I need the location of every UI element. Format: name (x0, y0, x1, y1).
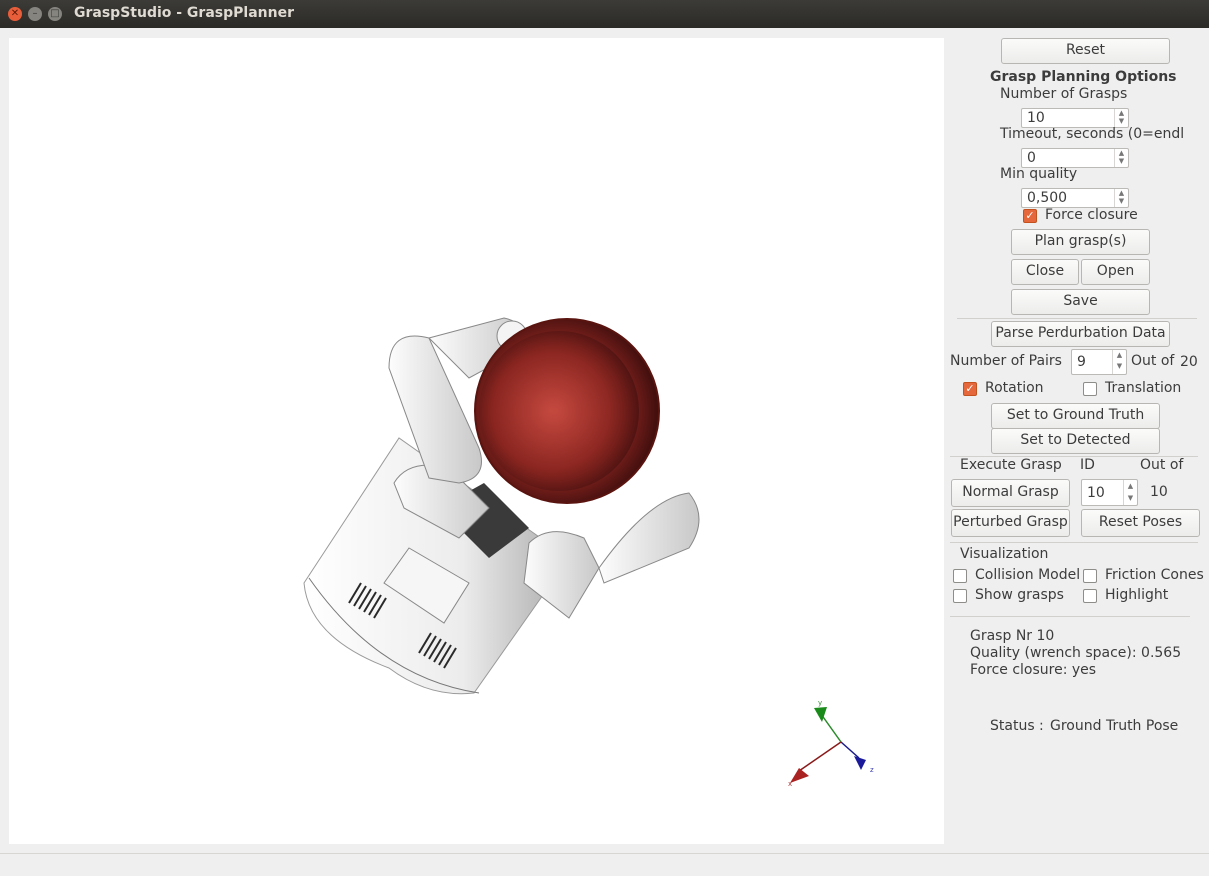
3d-viewport[interactable]: y z x (9, 38, 944, 844)
highlight-checkbox[interactable] (1083, 589, 1097, 603)
friction-cones-label: Friction Cones (1105, 567, 1204, 583)
collision-model-checkbox[interactable] (953, 569, 967, 583)
status-label: Status : (990, 718, 1044, 734)
window-maximize-button[interactable]: □ (48, 7, 62, 21)
save-button[interactable]: Save (1011, 289, 1150, 315)
exec-out-of-label: Out of (1140, 457, 1184, 473)
min-quality-spinbox[interactable]: 0,500 ▲ ▼ (1021, 188, 1129, 208)
normal-grasp-button[interactable]: Normal Grasp (951, 479, 1070, 507)
robot-hand-model (303, 317, 700, 695)
grasp-id-value: 10 (1087, 485, 1105, 501)
min-quality-label: Min quality (1000, 166, 1078, 182)
plan-grasps-button[interactable]: Plan grasp(s) (1011, 229, 1150, 255)
min-quality-value: 0,500 (1027, 190, 1068, 206)
window-title: GraspStudio - GraspPlanner (74, 5, 294, 21)
show-grasps-checkbox[interactable] (953, 589, 967, 603)
num-grasps-label: Number of Grasps (1000, 86, 1128, 102)
parse-perdurbation-button[interactable]: Parse Perdurbation Data (991, 321, 1170, 347)
reset-button[interactable]: Reset (1001, 38, 1170, 64)
axis-z-label: z (870, 766, 874, 774)
spin-arrows-icon[interactable]: ▲ ▼ (1112, 350, 1126, 374)
status-bar (0, 853, 1209, 876)
separator (950, 616, 1190, 617)
axis-x-label: x (788, 780, 792, 788)
collision-model-label: Collision Model (975, 567, 1081, 583)
show-grasps-label: Show grasps (975, 587, 1064, 603)
num-pairs-label: Number of Pairs (950, 353, 1062, 369)
id-label: ID (1080, 457, 1095, 473)
scene-render: y z x (303, 317, 874, 788)
pairs-out-of-value: 20 (1180, 354, 1198, 370)
spin-arrows-icon[interactable]: ▲ ▼ (1114, 109, 1128, 127)
rotation-checkbox[interactable]: ✓ (963, 382, 977, 396)
rotation-label: Rotation (985, 380, 1044, 396)
highlight-label: Highlight (1105, 587, 1169, 603)
num-pairs-spinbox[interactable]: 9 ▲ ▼ (1071, 349, 1127, 375)
grasp-options-heading: Grasp Planning Options (990, 69, 1177, 85)
timeout-value: 0 (1027, 150, 1036, 166)
num-grasps-spinbox[interactable]: 10 ▲ ▼ (1021, 108, 1129, 128)
pairs-out-of-label: Out of (1131, 353, 1175, 369)
force-closure-text: Force closure: yes (970, 662, 1097, 678)
num-pairs-value: 9 (1077, 354, 1086, 370)
timeout-spinbox[interactable]: 0 ▲ ▼ (1021, 148, 1129, 168)
force-closure-label: Force closure (1045, 207, 1138, 223)
timeout-label: Timeout, seconds (0=endl (1000, 126, 1185, 142)
title-bar: ✕ – □ GraspStudio - GraspPlanner (0, 0, 1209, 28)
exec-out-of-value: 10 (1150, 484, 1168, 500)
separator (950, 542, 1198, 543)
spin-arrows-icon[interactable]: ▲ ▼ (1114, 149, 1128, 167)
window-minimize-button[interactable]: – (28, 7, 42, 21)
translation-checkbox[interactable] (1083, 382, 1097, 396)
grasp-quality-text: Quality (wrench space): 0.565 (970, 645, 1182, 661)
spin-arrows-icon[interactable]: ▲ ▼ (1123, 480, 1137, 505)
grasp-number-text: Grasp Nr 10 (970, 628, 1055, 644)
set-ground-truth-button[interactable]: Set to Ground Truth (991, 403, 1160, 429)
force-closure-checkbox[interactable]: ✓ (1023, 209, 1037, 223)
axis-y-label: y (818, 699, 822, 707)
set-detected-button[interactable]: Set to Detected (991, 428, 1160, 454)
num-grasps-value: 10 (1027, 110, 1045, 126)
open-hand-button[interactable]: Open (1081, 259, 1150, 285)
separator (957, 318, 1197, 319)
spin-arrows-icon[interactable]: ▲ ▼ (1114, 189, 1128, 207)
visualization-heading: Visualization (960, 546, 1049, 562)
grasp-id-spinbox[interactable]: 10 ▲ ▼ (1081, 479, 1138, 506)
reset-poses-button[interactable]: Reset Poses (1081, 509, 1200, 537)
execute-grasp-label: Execute Grasp (960, 457, 1062, 473)
status-value: Ground Truth Pose (1050, 718, 1179, 734)
translation-label: Translation (1105, 380, 1182, 396)
perturbed-grasp-button[interactable]: Perturbed Grasp (951, 509, 1070, 537)
window-close-button[interactable]: ✕ (8, 7, 22, 21)
close-hand-button[interactable]: Close (1011, 259, 1079, 285)
friction-cones-checkbox[interactable] (1083, 569, 1097, 583)
coordinate-axes-gizmo: y z x (788, 699, 874, 788)
